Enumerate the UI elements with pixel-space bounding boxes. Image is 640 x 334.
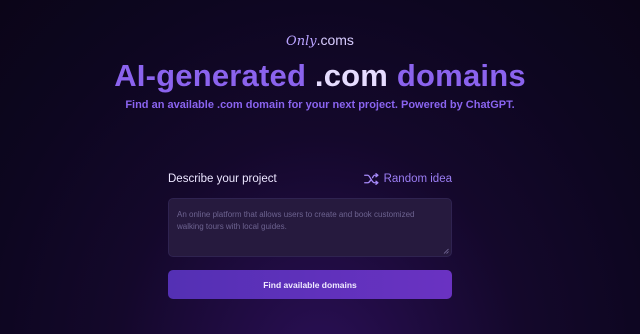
shuffle-icon	[363, 173, 379, 185]
project-description-input[interactable]	[169, 199, 451, 256]
title-part-com: .com	[314, 58, 389, 93]
page-title: AI-generated .com domains	[0, 58, 640, 94]
logo-script: Only	[286, 34, 317, 49]
find-domains-button[interactable]: Find available domains	[168, 270, 452, 299]
form-header: Describe your project Random idea	[168, 170, 452, 188]
random-idea-label: Random idea	[383, 173, 452, 185]
project-description-label: Describe your project	[168, 173, 277, 185]
title-part-ai-generated: AI-generated	[114, 58, 307, 93]
page-subtitle: Find an available .com domain for your n…	[125, 99, 515, 111]
random-idea-button[interactable]: Random idea	[363, 173, 452, 185]
logo-tld: .coms	[316, 32, 354, 48]
domain-search-form: Describe your project Random idea Find a…	[168, 170, 452, 299]
title-part-domains: domains	[396, 58, 526, 93]
resize-handle-icon[interactable]	[443, 248, 449, 254]
logo[interactable]: Only.coms	[0, 32, 640, 49]
project-description-field-wrapper	[168, 198, 452, 257]
